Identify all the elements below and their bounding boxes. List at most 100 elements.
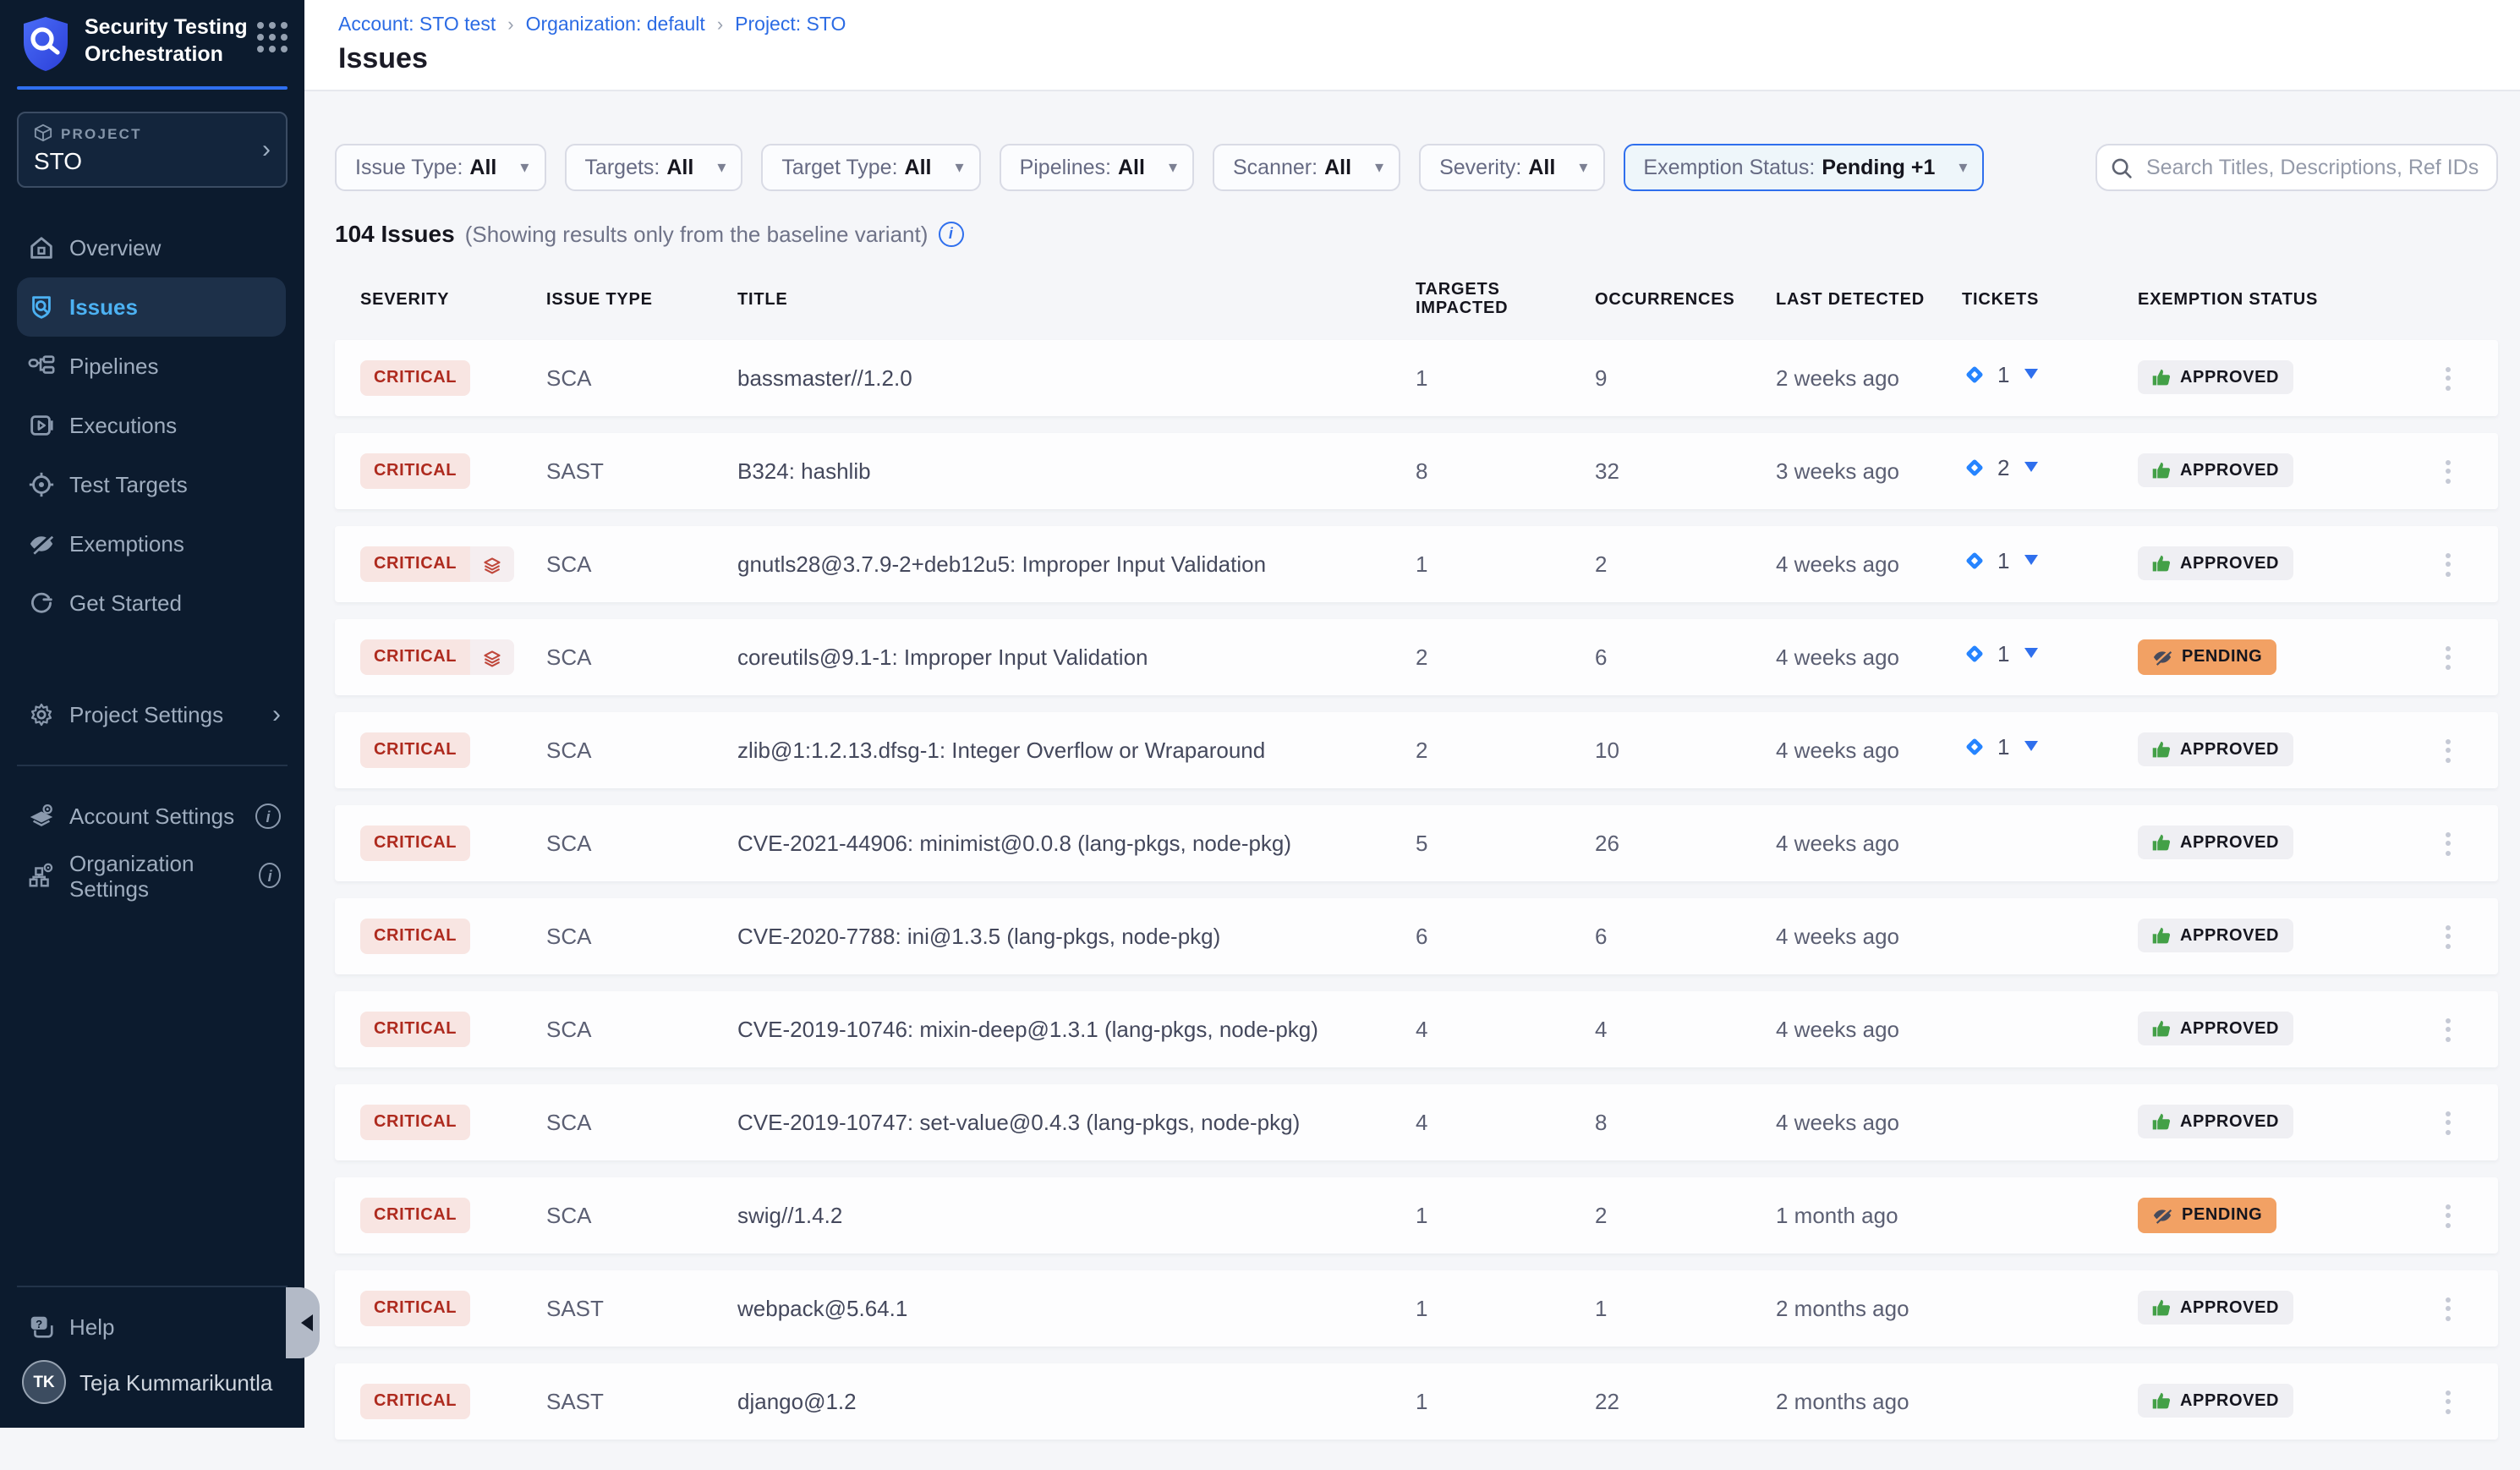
issue-title[interactable]: coreutils@9.1-1: Improper Input Validati… [737, 644, 1416, 670]
app-switcher-icon[interactable] [257, 22, 288, 52]
sidebar-item-test-targets[interactable]: Test Targets [0, 455, 304, 514]
last-detected-cell: 1 month ago [1776, 1203, 1962, 1228]
breadcrumb-organization[interactable]: Organization: default [526, 15, 705, 36]
sidebar-item-account-settings[interactable]: Account Settings i [0, 787, 304, 846]
row-menu-button[interactable] [2435, 1390, 2459, 1413]
sidebar-item-issues[interactable]: Issues [17, 277, 286, 337]
severity-badge: CRITICAL [360, 1291, 470, 1326]
thumbs-up-icon [2151, 739, 2172, 760]
filter-chip[interactable]: Target Type: All ▾ [761, 144, 980, 191]
sidebar-item-exemptions[interactable]: Exemptions [0, 514, 304, 573]
filter-chip[interactable]: Severity: All ▾ [1419, 144, 1604, 191]
chevron-down-icon: ▾ [1375, 158, 1383, 177]
issue-title[interactable]: webpack@5.64.1 [737, 1296, 1416, 1321]
sidebar-item-pipelines[interactable]: Pipelines [0, 337, 304, 396]
row-menu-button[interactable] [2435, 645, 2459, 669]
sidebar-item-help[interactable]: ? Help [0, 1297, 304, 1357]
row-menu-button[interactable] [2435, 1297, 2459, 1320]
row-menu-button[interactable] [2435, 1204, 2459, 1227]
breadcrumb-account[interactable]: Account: STO test [338, 15, 496, 36]
filter-chip[interactable]: Issue Type: All ▾ [335, 144, 545, 191]
breadcrumb-project[interactable]: Project: STO [735, 15, 846, 36]
table-row[interactable]: CRITICAL SAST B324: hashlib 8 32 3 weeks… [335, 433, 2498, 509]
table-row[interactable]: CRITICAL SCA bassmaster//1.2.0 1 9 2 wee… [335, 340, 2498, 416]
caret-down-icon [2024, 369, 2038, 379]
table-row[interactable]: CRITICAL SCA swig//1.4.2 1 2 1 month ago… [335, 1177, 2498, 1253]
issue-title[interactable]: CVE-2019-10746: mixin-deep@1.3.1 (lang-p… [737, 1017, 1416, 1042]
issue-title[interactable]: CVE-2021-44906: minimist@0.0.8 (lang-pkg… [737, 831, 1416, 856]
row-menu-button[interactable] [2435, 459, 2459, 483]
sidebar-item-project-settings[interactable]: Project Settings › [0, 685, 304, 744]
search-input[interactable] [2143, 154, 2483, 181]
row-menu-button[interactable] [2435, 1017, 2459, 1041]
table-row[interactable]: CRITICAL SCA gnutls28@3.7.9-2+deb12u5: I… [335, 526, 2498, 602]
sidebar-item-organization-settings[interactable]: Organization Settings i [0, 846, 304, 905]
user-menu[interactable]: TK Teja Kummarikuntla [0, 1357, 304, 1428]
issue-title[interactable]: gnutls28@3.7.9-2+deb12u5: Improper Input… [737, 551, 1416, 577]
sidebar-item-executions[interactable]: Executions [0, 396, 304, 455]
filter-chip[interactable]: Targets: All ▾ [564, 144, 742, 191]
table-row[interactable]: CRITICAL SCA CVE-2019-10746: mixin-deep@… [335, 991, 2498, 1067]
filter-chip[interactable]: Exemption Status: Pending +1 ▾ [1623, 144, 1984, 191]
row-menu-button[interactable] [2435, 924, 2459, 948]
issue-title[interactable]: B324: hashlib [737, 458, 1416, 484]
exemption-status-cell: PENDING [2138, 639, 2435, 676]
issue-type-cell: SCA [546, 1017, 737, 1042]
issues-table-body: CRITICAL SCA bassmaster//1.2.0 1 9 2 wee… [335, 340, 2498, 1440]
table-row[interactable]: CRITICAL SCA coreutils@9.1-1: Improper I… [335, 619, 2498, 695]
row-menu-button[interactable] [2435, 738, 2459, 762]
sidebar-item-overview[interactable]: Overview [0, 218, 304, 277]
ticket-group[interactable]: 1 [1962, 361, 2038, 387]
thumbs-up-icon [2151, 1297, 2172, 1318]
ticket-group[interactable]: 1 [1962, 547, 2038, 573]
severity-label: CRITICAL [360, 1105, 470, 1140]
issue-title[interactable]: CVE-2019-10747: set-value@0.4.3 (lang-pk… [737, 1110, 1416, 1135]
issue-title[interactable]: django@1.2 [737, 1389, 1416, 1414]
severity-cell: CRITICAL [360, 1384, 546, 1419]
col-exemption-status: EXEMPTION STATUS [2138, 290, 2435, 309]
project-name: STO [34, 147, 262, 174]
issue-type-cell: SCA [546, 1110, 737, 1135]
occurrences-cell: 2 [1595, 1203, 1776, 1228]
ticket-group[interactable]: 2 [1962, 454, 2038, 480]
project-selector[interactable]: PROJECT STO › [17, 112, 288, 188]
sidebar-divider [17, 1286, 288, 1287]
table-row[interactable]: CRITICAL SAST webpack@5.64.1 1 1 2 month… [335, 1270, 2498, 1347]
sidebar-item-get-started[interactable]: Get Started [0, 573, 304, 633]
tickets-cell: 1 [1962, 361, 2138, 395]
severity-badge: CRITICAL [360, 1198, 470, 1233]
info-icon[interactable]: i [259, 863, 281, 888]
tickets-cell: 1 [1962, 547, 2138, 581]
severity-label: CRITICAL [360, 732, 470, 768]
row-menu-button[interactable] [2435, 366, 2459, 390]
sidebar-collapse-handle[interactable] [286, 1287, 320, 1358]
exemption-status-label: APPROVED [2180, 1019, 2279, 1038]
table-row[interactable]: CRITICAL SCA CVE-2020-7788: ini@1.3.5 (l… [335, 898, 2498, 974]
info-icon[interactable]: i [255, 804, 281, 829]
ticket-group[interactable]: 1 [1962, 640, 2038, 666]
filter-chip[interactable]: Pipelines: All ▾ [1000, 144, 1194, 191]
row-menu-button[interactable] [2435, 1111, 2459, 1134]
exemption-status-badge: PENDING [2138, 639, 2276, 674]
occurrences-cell: 6 [1595, 644, 1776, 670]
exemption-status-badge: APPROVED [2138, 919, 2293, 952]
filter-value: All [1118, 156, 1145, 179]
issue-title[interactable]: swig//1.4.2 [737, 1203, 1416, 1228]
occurrences-cell: 9 [1595, 365, 1776, 391]
table-row[interactable]: CRITICAL SCA CVE-2021-44906: minimist@0.… [335, 805, 2498, 881]
jira-ticket-icon [1962, 547, 1987, 573]
table-row[interactable]: CRITICAL SCA zlib@1:1.2.13.dfsg-1: Integ… [335, 712, 2498, 788]
issue-title[interactable]: CVE-2020-7788: ini@1.3.5 (lang-pkgs, nod… [737, 924, 1416, 949]
table-row[interactable]: CRITICAL SAST django@1.2 1 22 2 months a… [335, 1363, 2498, 1440]
row-menu-button[interactable] [2435, 552, 2459, 576]
ticket-group[interactable]: 1 [1962, 733, 2038, 759]
info-icon[interactable]: i [938, 221, 963, 246]
issue-title[interactable]: bassmaster//1.2.0 [737, 365, 1416, 391]
exemption-status-cell: APPROVED [2138, 1105, 2435, 1140]
exemption-status-label: APPROVED [2180, 554, 2279, 573]
chevron-down-icon: ▾ [1958, 158, 1967, 177]
filter-chip[interactable]: Scanner: All ▾ [1213, 144, 1400, 191]
issue-title[interactable]: zlib@1:1.2.13.dfsg-1: Integer Overflow o… [737, 738, 1416, 763]
table-row[interactable]: CRITICAL SCA CVE-2019-10747: set-value@0… [335, 1084, 2498, 1160]
row-menu-button[interactable] [2435, 831, 2459, 855]
